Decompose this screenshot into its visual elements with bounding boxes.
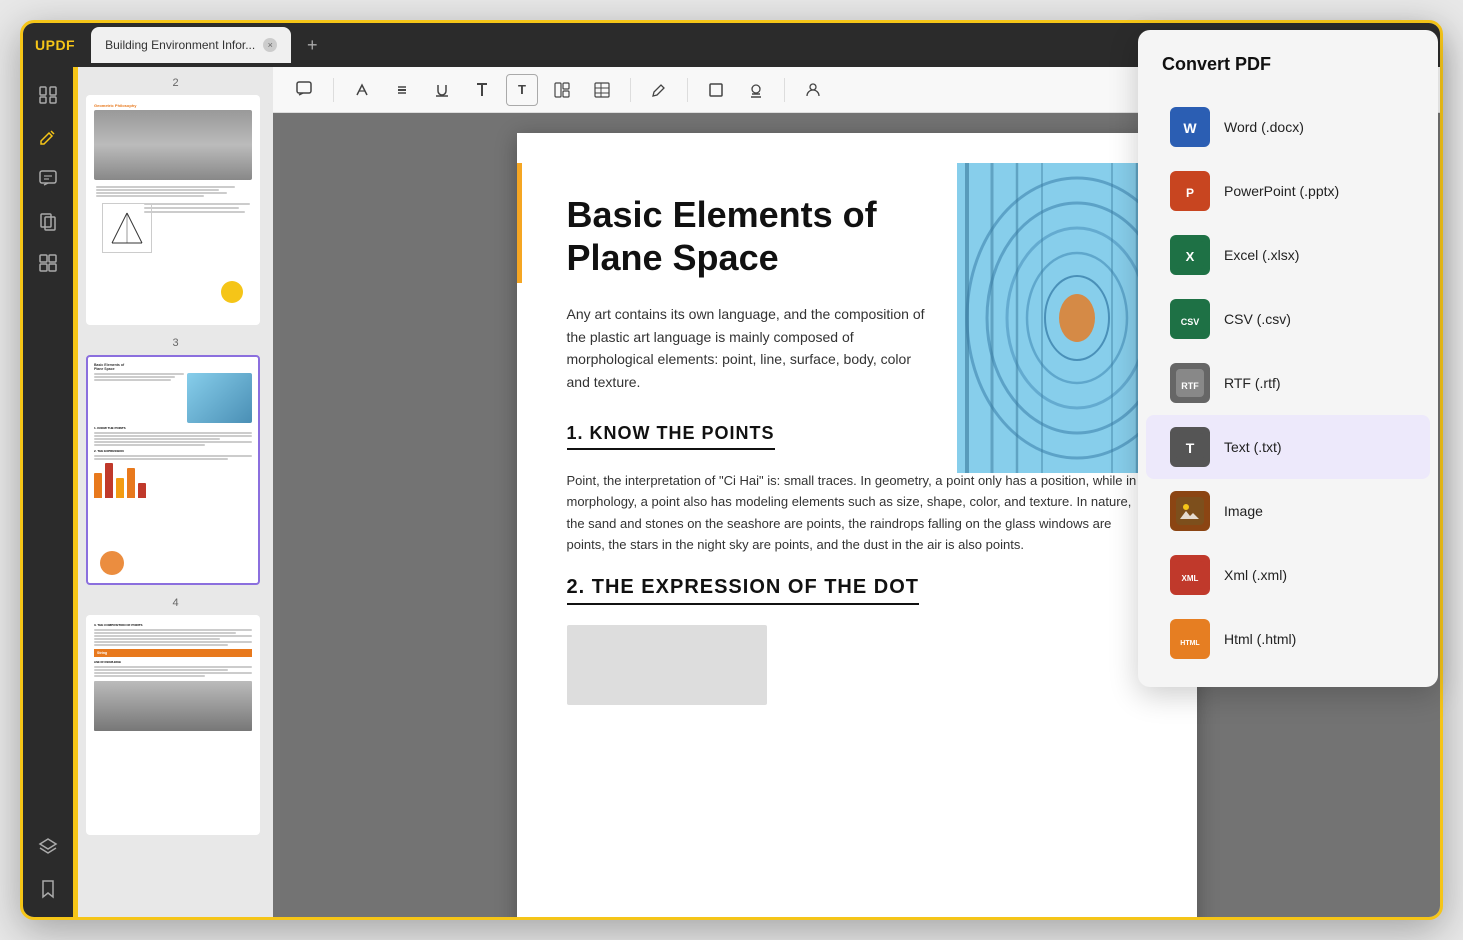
sidebar xyxy=(23,67,73,917)
convert-item-word[interactable]: W Word (.docx) xyxy=(1146,95,1430,159)
svg-text:T: T xyxy=(1186,440,1195,456)
excel-icon: X xyxy=(1170,235,1210,275)
sidebar-item-bookmark[interactable] xyxy=(30,871,66,907)
comment-tool[interactable] xyxy=(289,74,321,106)
sidebar-item-comment[interactable] xyxy=(30,161,66,197)
pdf-main-title: Basic Elements of Plane Space xyxy=(567,193,937,279)
text-box-tool[interactable]: T xyxy=(506,74,538,106)
rectangle-tool[interactable] xyxy=(700,74,732,106)
separator-2 xyxy=(630,78,631,102)
convert-label-word: Word (.docx) xyxy=(1224,119,1304,135)
rtf-icon: RTF xyxy=(1170,363,1210,403)
page-num-2: 2 xyxy=(86,77,265,89)
sidebar-item-export[interactable] xyxy=(30,203,66,239)
word-icon: W xyxy=(1170,107,1210,147)
thumbnail-img-3: Basic Elements ofPlane Space 1. KNOW THE… xyxy=(86,355,260,585)
page-num-4: 4 xyxy=(86,597,265,609)
text-icon: T xyxy=(1170,427,1210,467)
csv-icon: CSV xyxy=(1170,299,1210,339)
convert-label-text: Text (.txt) xyxy=(1224,439,1282,455)
convert-items-list: W Word (.docx) P PowerPoint (.pptx) X Excel (… xyxy=(1138,95,1438,671)
image-icon xyxy=(1170,491,1210,531)
svg-text:HTML: HTML xyxy=(1180,640,1200,647)
convert-item-rtf[interactable]: RTF RTF (.rtf) xyxy=(1146,351,1430,415)
separator-1 xyxy=(333,78,334,102)
convert-label-ppt: PowerPoint (.pptx) xyxy=(1224,183,1339,199)
format-tool[interactable] xyxy=(546,74,578,106)
pdf-section1-title: 1. KNOW THE POINTS xyxy=(567,423,775,450)
convert-item-excel[interactable]: X Excel (.xlsx) xyxy=(1146,223,1430,287)
svg-text:CSV: CSV xyxy=(1181,317,1200,327)
ppt-icon: P xyxy=(1170,171,1210,211)
svg-text:RTF: RTF xyxy=(1181,381,1199,391)
convert-item-xml[interactable]: XML Xml (.xml) xyxy=(1146,543,1430,607)
convert-label-csv: CSV (.csv) xyxy=(1224,311,1291,327)
convert-item-html[interactable]: HTML Html (.html) xyxy=(1146,607,1430,671)
sidebar-item-layers[interactable] xyxy=(30,829,66,865)
svg-text:X: X xyxy=(1186,249,1195,264)
convert-pdf-panel: Convert PDF W Word (.docx) P PowerPoint (.p… xyxy=(1138,30,1438,687)
pdf-section1-body: Point, the interpretation of "Ci Hai" is… xyxy=(567,470,1147,556)
pdf-section2-title: 2. THE EXPRESSION OF THE DOT xyxy=(567,576,920,605)
tab-close-button[interactable]: × xyxy=(263,38,277,52)
highlight-tool[interactable] xyxy=(346,74,378,106)
separator-3 xyxy=(687,78,688,102)
tab-title: Building Environment Infor... xyxy=(105,38,255,52)
convert-item-image[interactable]: Image xyxy=(1146,479,1430,543)
convert-label-html: Html (.html) xyxy=(1224,631,1296,647)
xml-icon: XML xyxy=(1170,555,1210,595)
underline-tool[interactable] xyxy=(426,74,458,106)
sidebar-item-organize[interactable] xyxy=(30,245,66,281)
thumbnail-page-4[interactable]: 4 3. THE COMPOSITION OF POINTS String xyxy=(86,597,265,835)
thumbnail-page-3[interactable]: 3 Basic Elements ofPlane Space 1. xyxy=(86,337,265,585)
convert-label-xml: Xml (.xml) xyxy=(1224,567,1287,583)
app-logo: UPDF xyxy=(35,37,75,53)
new-tab-button[interactable]: + xyxy=(299,32,325,58)
strikethrough-tool[interactable] xyxy=(386,74,418,106)
thumbnail-panel: 2 Geometric Philosophy xyxy=(78,67,273,917)
stamp-tool[interactable] xyxy=(740,74,772,106)
svg-text:P: P xyxy=(1186,186,1194,200)
separator-4 xyxy=(784,78,785,102)
convert-label-rtf: RTF (.rtf) xyxy=(1224,375,1281,391)
table-tool[interactable] xyxy=(586,74,618,106)
page-num-3: 3 xyxy=(86,337,265,349)
document-tab[interactable]: Building Environment Infor... × xyxy=(91,27,291,63)
html-icon: HTML xyxy=(1170,619,1210,659)
pdf-intro-text: Any art contains its own language, and t… xyxy=(567,303,937,393)
convert-item-text[interactable]: T Text (.txt) xyxy=(1146,415,1430,479)
convert-panel-title: Convert PDF xyxy=(1138,54,1438,75)
convert-label-excel: Excel (.xlsx) xyxy=(1224,247,1299,263)
convert-item-ppt[interactable]: P PowerPoint (.pptx) xyxy=(1146,159,1430,223)
convert-label-image: Image xyxy=(1224,503,1263,519)
thumbnail-page-2[interactable]: 2 Geometric Philosophy xyxy=(86,77,265,325)
sidebar-item-edit[interactable] xyxy=(30,119,66,155)
pdf-orange-bar xyxy=(517,163,522,283)
thumbnail-img-4: 3. THE COMPOSITION OF POINTS String LINE… xyxy=(86,615,260,835)
pdf-page: Basic Elements of Plane Space Any art co… xyxy=(517,133,1197,917)
convert-item-csv[interactable]: CSV CSV (.csv) xyxy=(1146,287,1430,351)
text-tool[interactable] xyxy=(466,74,498,106)
pdf-bottom-image xyxy=(567,625,767,705)
user-tool[interactable] xyxy=(797,74,829,106)
thumb-arch-image xyxy=(94,110,252,180)
thumbnail-img-2: Geometric Philosophy xyxy=(86,95,260,325)
sidebar-item-pages[interactable] xyxy=(30,77,66,113)
svg-text:W: W xyxy=(1183,120,1197,136)
pen-tool[interactable] xyxy=(643,74,675,106)
svg-text:XML: XML xyxy=(1182,574,1199,583)
